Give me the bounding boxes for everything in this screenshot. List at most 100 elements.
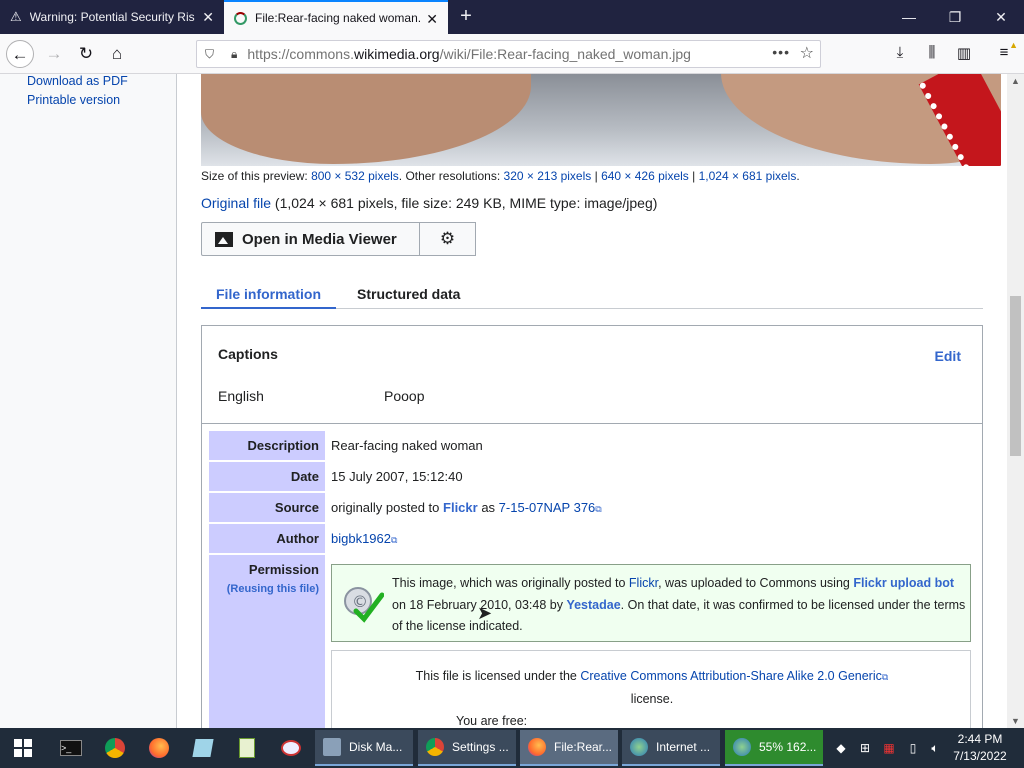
vertical-scrollbar[interactable]: ▲ ▼: [1007, 74, 1024, 728]
flickr-photo-link[interactable]: 7-15-07NAP 376: [499, 500, 596, 515]
color-tray-icon[interactable]: ▦: [880, 728, 898, 768]
close-tab-icon[interactable]: ✕: [202, 9, 214, 26]
you-are-free-text: You are free:: [456, 714, 528, 728]
external-link-icon: ⧉: [881, 672, 889, 682]
author-label: Author: [209, 524, 325, 553]
firefox-icon: [528, 738, 546, 756]
home-button[interactable]: ⌂: [103, 40, 131, 68]
author-value: bigbk1962⧉: [331, 524, 397, 555]
resolution-link-1024[interactable]: 1,024 × 681 pixels: [699, 169, 797, 183]
new-tab-button[interactable]: +: [454, 4, 478, 28]
terminal-icon[interactable]: >_: [50, 728, 92, 768]
notes-app-icon[interactable]: [182, 728, 224, 768]
flickr-upload-bot-link[interactable]: Flickr upload bot: [853, 576, 954, 590]
taskbar-app-download-progress[interactable]: 55% 162...: [725, 730, 823, 766]
file-preview-image[interactable]: [201, 74, 1001, 166]
original-file-link[interactable]: Original file: [201, 195, 271, 211]
resolution-link-640[interactable]: 640 × 426 pixels: [601, 169, 689, 183]
system-clock[interactable]: 2:44 PM 7/13/2022: [944, 731, 1016, 765]
reviewer-user-link[interactable]: Yestadae: [566, 598, 620, 612]
back-button[interactable]: ←: [6, 40, 34, 68]
table-row: Author bigbk1962⧉: [209, 524, 977, 553]
url-text[interactable]: https://commons.wikimedia.org/wiki/File:…: [247, 46, 691, 62]
lock-icon[interactable]: 🔒︎: [231, 47, 237, 62]
table-row: Description Rear-facing naked woman: [209, 431, 977, 460]
tab-file-page[interactable]: File:Rear-facing naked woman.jpg ✕: [224, 0, 448, 34]
taskbar-app-internet-download[interactable]: Internet ...: [622, 730, 720, 766]
navigation-toolbar: ← → ↻ ⌂ ⛉ 🔒︎ https://commons.wikimedia.o…: [0, 34, 1024, 74]
edit-captions-link[interactable]: Edit: [935, 348, 961, 364]
tab-label: Warning: Potential Security Risk: [29, 10, 195, 24]
svg-text:©: ©: [352, 592, 368, 611]
downloads-icon[interactable]: ⤓: [890, 44, 910, 64]
license-text: This file is licensed under the Creative…: [415, 669, 889, 706]
scrollbar-thumb[interactable]: [1010, 296, 1021, 456]
resolution-link-320[interactable]: 320 × 213 pixels: [504, 169, 592, 183]
forward-button[interactable]: →: [40, 40, 68, 68]
bookmark-star-icon[interactable]: ☆: [800, 43, 814, 63]
volume-muted-icon[interactable]: 🔈︎: [926, 728, 944, 768]
spreadsheet-app-icon[interactable]: [226, 728, 268, 768]
chrome-icon: [426, 738, 444, 756]
date-value: 15 July 2007, 15:12:40: [331, 469, 463, 484]
external-link-icon: ⧉: [391, 535, 398, 545]
license-review-check-icon: ©: [344, 587, 384, 623]
sidebar-toggle-icon[interactable]: ▥: [954, 44, 974, 64]
close-window-button[interactable]: ✕: [978, 0, 1024, 34]
original-file-line: Original file (1,024 × 681 pixels, file …: [201, 195, 658, 211]
reusing-this-file-link[interactable]: (Reusing this file): [209, 583, 319, 595]
caption-value: Pooop: [384, 388, 425, 404]
download-pdf-link[interactable]: Download as PDF: [27, 74, 128, 88]
page-actions-icon[interactable]: •••: [772, 44, 790, 60]
table-row: Permission (Reusing this file) © This im…: [209, 555, 977, 728]
network-icon[interactable]: ⊞: [856, 728, 874, 768]
reload-button[interactable]: ↻: [72, 40, 100, 68]
close-tab-icon[interactable]: ✕: [426, 11, 438, 28]
scroll-down-icon[interactable]: ▼: [1011, 716, 1020, 726]
disk-icon: [323, 738, 341, 756]
start-button[interactable]: [0, 728, 46, 768]
tab-security-warning[interactable]: ⚠ Warning: Potential Security Risk ✕: [0, 0, 224, 34]
idm-tray-icon[interactable]: ◆: [832, 728, 850, 768]
page-viewport: Download as PDF Printable version Size o…: [0, 74, 1024, 728]
cc-license-link[interactable]: Creative Commons Attribution-Share Alike…: [580, 669, 882, 683]
author-link[interactable]: bigbk1962: [331, 531, 391, 546]
globe-icon: [733, 738, 751, 756]
flickr-link[interactable]: Flickr: [443, 500, 478, 515]
firefox-icon[interactable]: [138, 728, 180, 768]
description-label: Description: [209, 431, 325, 460]
chrome-icon[interactable]: [94, 728, 136, 768]
open-media-viewer-button[interactable]: Open in Media Viewer: [201, 222, 420, 256]
taskbar-app-settings[interactable]: Settings ...: [418, 730, 516, 766]
source-label: Source: [209, 493, 325, 522]
captions-heading: Captions: [218, 346, 278, 362]
preview-resolution-link[interactable]: 800 × 532 pixels: [311, 169, 399, 183]
taskbar-app-disk-management[interactable]: Disk Ma...: [315, 730, 413, 766]
caption-language: English: [218, 388, 264, 404]
file-info-panel: Captions Edit English Pooop Description …: [201, 325, 983, 728]
external-link-icon: ⧉: [595, 504, 602, 514]
gear-icon[interactable]: ⚙: [419, 222, 476, 256]
tab-structured-data[interactable]: Structured data: [357, 286, 460, 302]
taskbar-app-firefox[interactable]: File:Rear...: [520, 730, 618, 766]
battery-icon[interactable]: ▯: [904, 728, 922, 768]
content-tabs: File information Structured data: [201, 280, 983, 309]
paint-app-icon[interactable]: [270, 728, 312, 768]
tracking-shield-icon[interactable]: ⛉: [205, 47, 219, 62]
image-icon: [215, 231, 233, 247]
url-bar[interactable]: ⛉ 🔒︎ https://commons.wikimedia.org/wiki/…: [196, 40, 821, 68]
preview-size-line: Size of this preview: 800 × 532 pixels. …: [201, 169, 800, 183]
flickr-link[interactable]: Flickr: [629, 576, 658, 590]
menu-icon[interactable]: ≡ ▲: [994, 40, 1018, 64]
source-value: originally posted to Flickr as 7-15-07NA…: [331, 500, 602, 515]
tab-file-information[interactable]: File information: [201, 286, 336, 309]
description-value: Rear-facing naked woman: [331, 438, 483, 453]
minimize-button[interactable]: —: [886, 0, 932, 34]
windows-taskbar: >_ Disk Ma... Settings ... File:Rear... …: [0, 728, 1024, 768]
library-icon[interactable]: ⫼: [922, 44, 942, 64]
permission-label: Permission (Reusing this file): [209, 555, 325, 728]
scroll-up-icon[interactable]: ▲: [1011, 76, 1020, 86]
restore-button[interactable]: ❐: [932, 0, 978, 34]
flickr-review-box: © This image, which was originally poste…: [331, 564, 971, 642]
printable-version-link[interactable]: Printable version: [27, 93, 120, 107]
